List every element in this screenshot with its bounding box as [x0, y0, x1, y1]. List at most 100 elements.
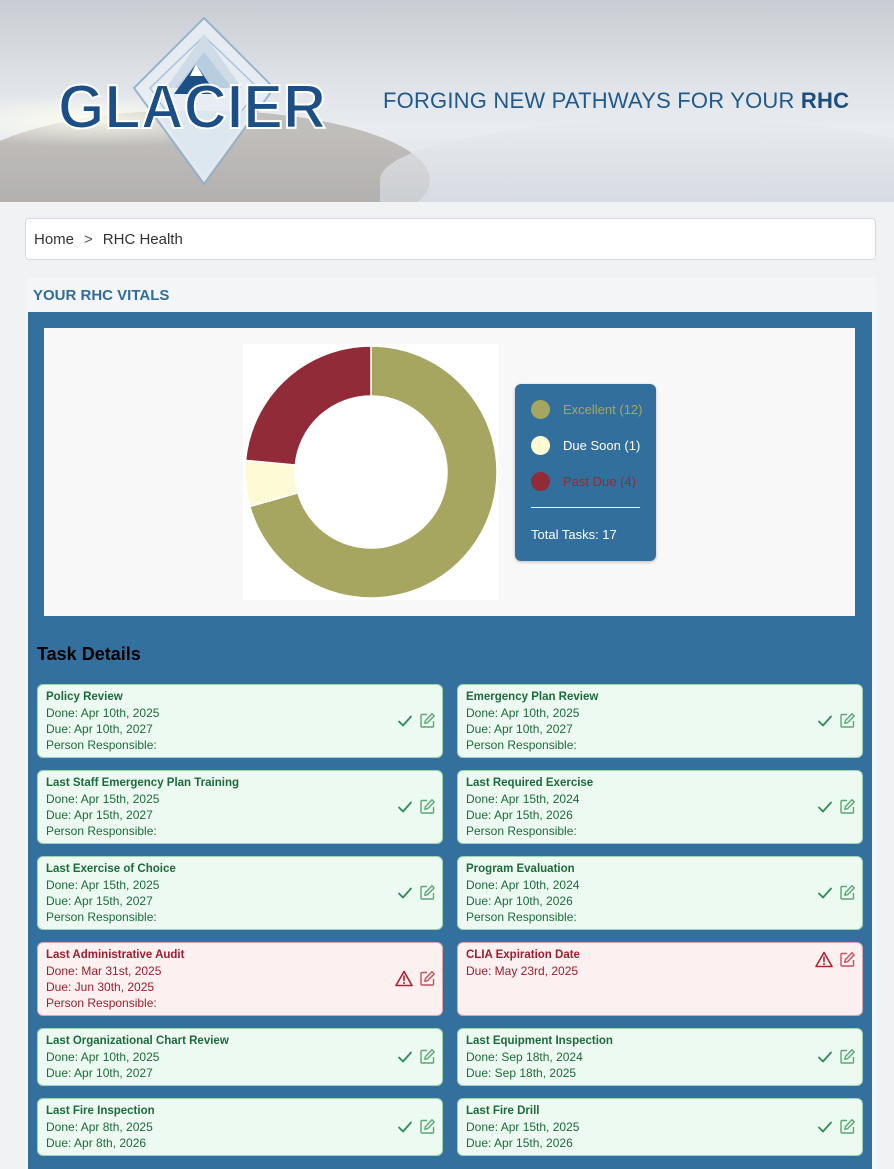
task-card[interactable]: Last Equipment Inspection Done: Sep 18th,…	[457, 1028, 863, 1086]
check-icon	[397, 1049, 413, 1065]
edit-icon[interactable]	[419, 970, 436, 987]
task-card[interactable]: Last Organizational Chart Review Done: Ap…	[37, 1028, 443, 1086]
task-card[interactable]: Last Exercise of Choice Done: Apr 15th, 2…	[37, 856, 443, 930]
check-icon	[817, 713, 833, 729]
header-tagline: FORGING NEW PATHWAYS FOR YOUR RHC	[383, 88, 850, 113]
task-card[interactable]: Last Fire Inspection Done: Apr 8th, 2025 D…	[37, 1098, 443, 1156]
breadcrumb-home-link[interactable]: Home	[34, 231, 74, 248]
task-card[interactable]: Last Administrative Audit Done: Mar 31st,…	[37, 942, 443, 1016]
check-icon	[397, 1119, 413, 1135]
task-card-line: Done: Apr 15th, 2025	[466, 1120, 580, 1134]
task-details-heading: Task Details	[37, 644, 141, 664]
task-card-line: Due: Apr 10th, 2027	[46, 1066, 153, 1080]
rhc-vitals-panel: YOUR RHC VITALS Excellent (12) Due Soon …	[25, 277, 876, 1169]
task-card-line: Due: Apr 15th, 2027	[46, 894, 153, 908]
edit-icon[interactable]	[839, 951, 856, 968]
legend-divider	[531, 507, 640, 508]
edit-icon[interactable]	[419, 1048, 436, 1065]
task-card[interactable]: Emergency Plan Review Done: Apr 10th, 202…	[457, 684, 863, 758]
task-card-line: Person Responsible:	[466, 738, 577, 752]
check-icon	[397, 799, 413, 815]
edit-icon[interactable]	[839, 798, 856, 815]
task-card-title: Last Staff Emergency Plan Training	[46, 777, 239, 789]
task-card-line: Person Responsible:	[466, 824, 577, 838]
task-card-title: Last Required Exercise	[466, 777, 594, 789]
edit-icon[interactable]	[839, 712, 856, 729]
task-card-line: Due: Apr 15th, 2026	[466, 1136, 573, 1150]
task-card-title: Last Fire Drill	[466, 1105, 540, 1117]
check-icon	[817, 1119, 833, 1135]
task-card-line: Person Responsible:	[46, 996, 157, 1010]
edit-icon[interactable]	[839, 884, 856, 901]
task-card[interactable]: Program Evaluation Done: Apr 10th, 2024 Du…	[457, 856, 863, 930]
edit-icon[interactable]	[419, 884, 436, 901]
task-card-line: Due: Apr 8th, 2026	[46, 1136, 147, 1150]
task-card-line: Due: Jun 30th, 2025	[46, 980, 155, 994]
legend-dot-due-soon	[531, 436, 550, 455]
tagline-bold: RHC	[800, 88, 850, 113]
legend-total-tasks: Total Tasks: 17	[531, 527, 617, 542]
check-icon	[817, 799, 833, 815]
breadcrumb: Home > RHC Health	[25, 218, 876, 260]
check-icon	[817, 1049, 833, 1065]
task-card-line: Done: Apr 15th, 2024	[466, 792, 580, 806]
task-card-line: Due: Apr 15th, 2027	[46, 808, 153, 822]
task-card-title: Policy Review	[46, 691, 123, 703]
edit-icon[interactable]	[419, 798, 436, 815]
task-card-line: Due: Apr 15th, 2026	[466, 808, 573, 822]
legend-item-excellent[interactable]: Excellent (12)	[531, 400, 642, 419]
vitals-content: Excellent (12) Due Soon (1) Past Due (4)…	[28, 312, 872, 1169]
task-card[interactable]: Last Staff Emergency Plan Training Done: …	[37, 770, 443, 844]
check-icon	[397, 713, 413, 729]
task-card-title: Program Evaluation	[466, 863, 575, 875]
task-card[interactable]: Last Required Exercise Done: Apr 15th, 20…	[457, 770, 863, 844]
task-card-line: Done: Apr 15th, 2025	[46, 792, 160, 806]
warning-icon	[395, 970, 413, 987]
edit-icon[interactable]	[419, 1118, 436, 1135]
task-card-title: Last Organizational Chart Review	[46, 1035, 229, 1047]
legend-dot-excellent	[531, 400, 550, 419]
chart-container: Excellent (12) Due Soon (1) Past Due (4)…	[44, 328, 855, 616]
header-banner: GLACIER FORGING NEW PATHWAYS FOR YOUR RH…	[0, 0, 894, 202]
chart-legend: Excellent (12) Due Soon (1) Past Due (4)…	[515, 384, 656, 561]
check-icon	[397, 885, 413, 901]
donut-chart	[243, 344, 499, 600]
task-card-title: Emergency Plan Review	[466, 691, 599, 703]
check-icon	[817, 885, 833, 901]
edit-icon[interactable]	[839, 1118, 856, 1135]
task-card-line: Done: Apr 15th, 2025	[46, 878, 160, 892]
legend-label-excellent: Excellent (12)	[563, 402, 643, 417]
task-card-line: Done: Apr 10th, 2025	[466, 706, 580, 720]
task-card-title: Last Equipment Inspection	[466, 1035, 613, 1047]
task-card-line: Due: Apr 10th, 2026	[466, 894, 573, 908]
breadcrumb-current: RHC Health	[102, 230, 183, 248]
task-card-line: Due: Apr 10th, 2027	[466, 722, 573, 736]
task-card[interactable]: CLIA Expiration Date Due: May 23rd, 2025	[457, 942, 863, 1016]
task-card-line: Person Responsible:	[466, 910, 577, 924]
logo-text: GLACIER	[58, 73, 326, 142]
task-card-line: Done: Sep 18th, 2024	[466, 1050, 583, 1064]
task-card-line: Person Responsible:	[46, 738, 157, 752]
task-card-line: Person Responsible:	[46, 824, 157, 838]
task-card-title: CLIA Expiration Date	[466, 949, 580, 961]
task-card-title: Last Fire Inspection	[46, 1105, 155, 1117]
task-card-line: Due: May 23rd, 2025	[466, 964, 579, 978]
task-card-line: Due: Sep 18th, 2025	[466, 1066, 577, 1080]
donut-slice-past-due[interactable]	[244, 345, 372, 466]
breadcrumb-separator: >	[84, 230, 93, 248]
task-card-title: Last Exercise of Choice	[46, 863, 176, 875]
task-card-line: Done: Apr 8th, 2025	[46, 1120, 153, 1134]
task-card-line: Person Responsible:	[46, 910, 157, 924]
glacier-logo[interactable]: GLACIER	[56, 16, 330, 188]
edit-icon[interactable]	[419, 712, 436, 729]
legend-item-past-due[interactable]: Past Due (4)	[531, 472, 636, 491]
task-card-line: Done: Apr 10th, 2025	[46, 706, 160, 720]
task-card[interactable]: Last Fire Drill Done: Apr 15th, 2025 Due: …	[457, 1098, 863, 1156]
task-card-line: Done: Apr 10th, 2024	[466, 878, 580, 892]
edit-icon[interactable]	[839, 1048, 856, 1065]
warning-icon	[815, 951, 833, 968]
task-card-line: Done: Mar 31st, 2025	[46, 964, 162, 978]
legend-label-due-soon: Due Soon (1)	[563, 438, 641, 453]
task-card[interactable]: Policy Review Done: Apr 10th, 2025 Due: Ap…	[37, 684, 443, 758]
legend-item-due-soon[interactable]: Due Soon (1)	[531, 436, 640, 455]
